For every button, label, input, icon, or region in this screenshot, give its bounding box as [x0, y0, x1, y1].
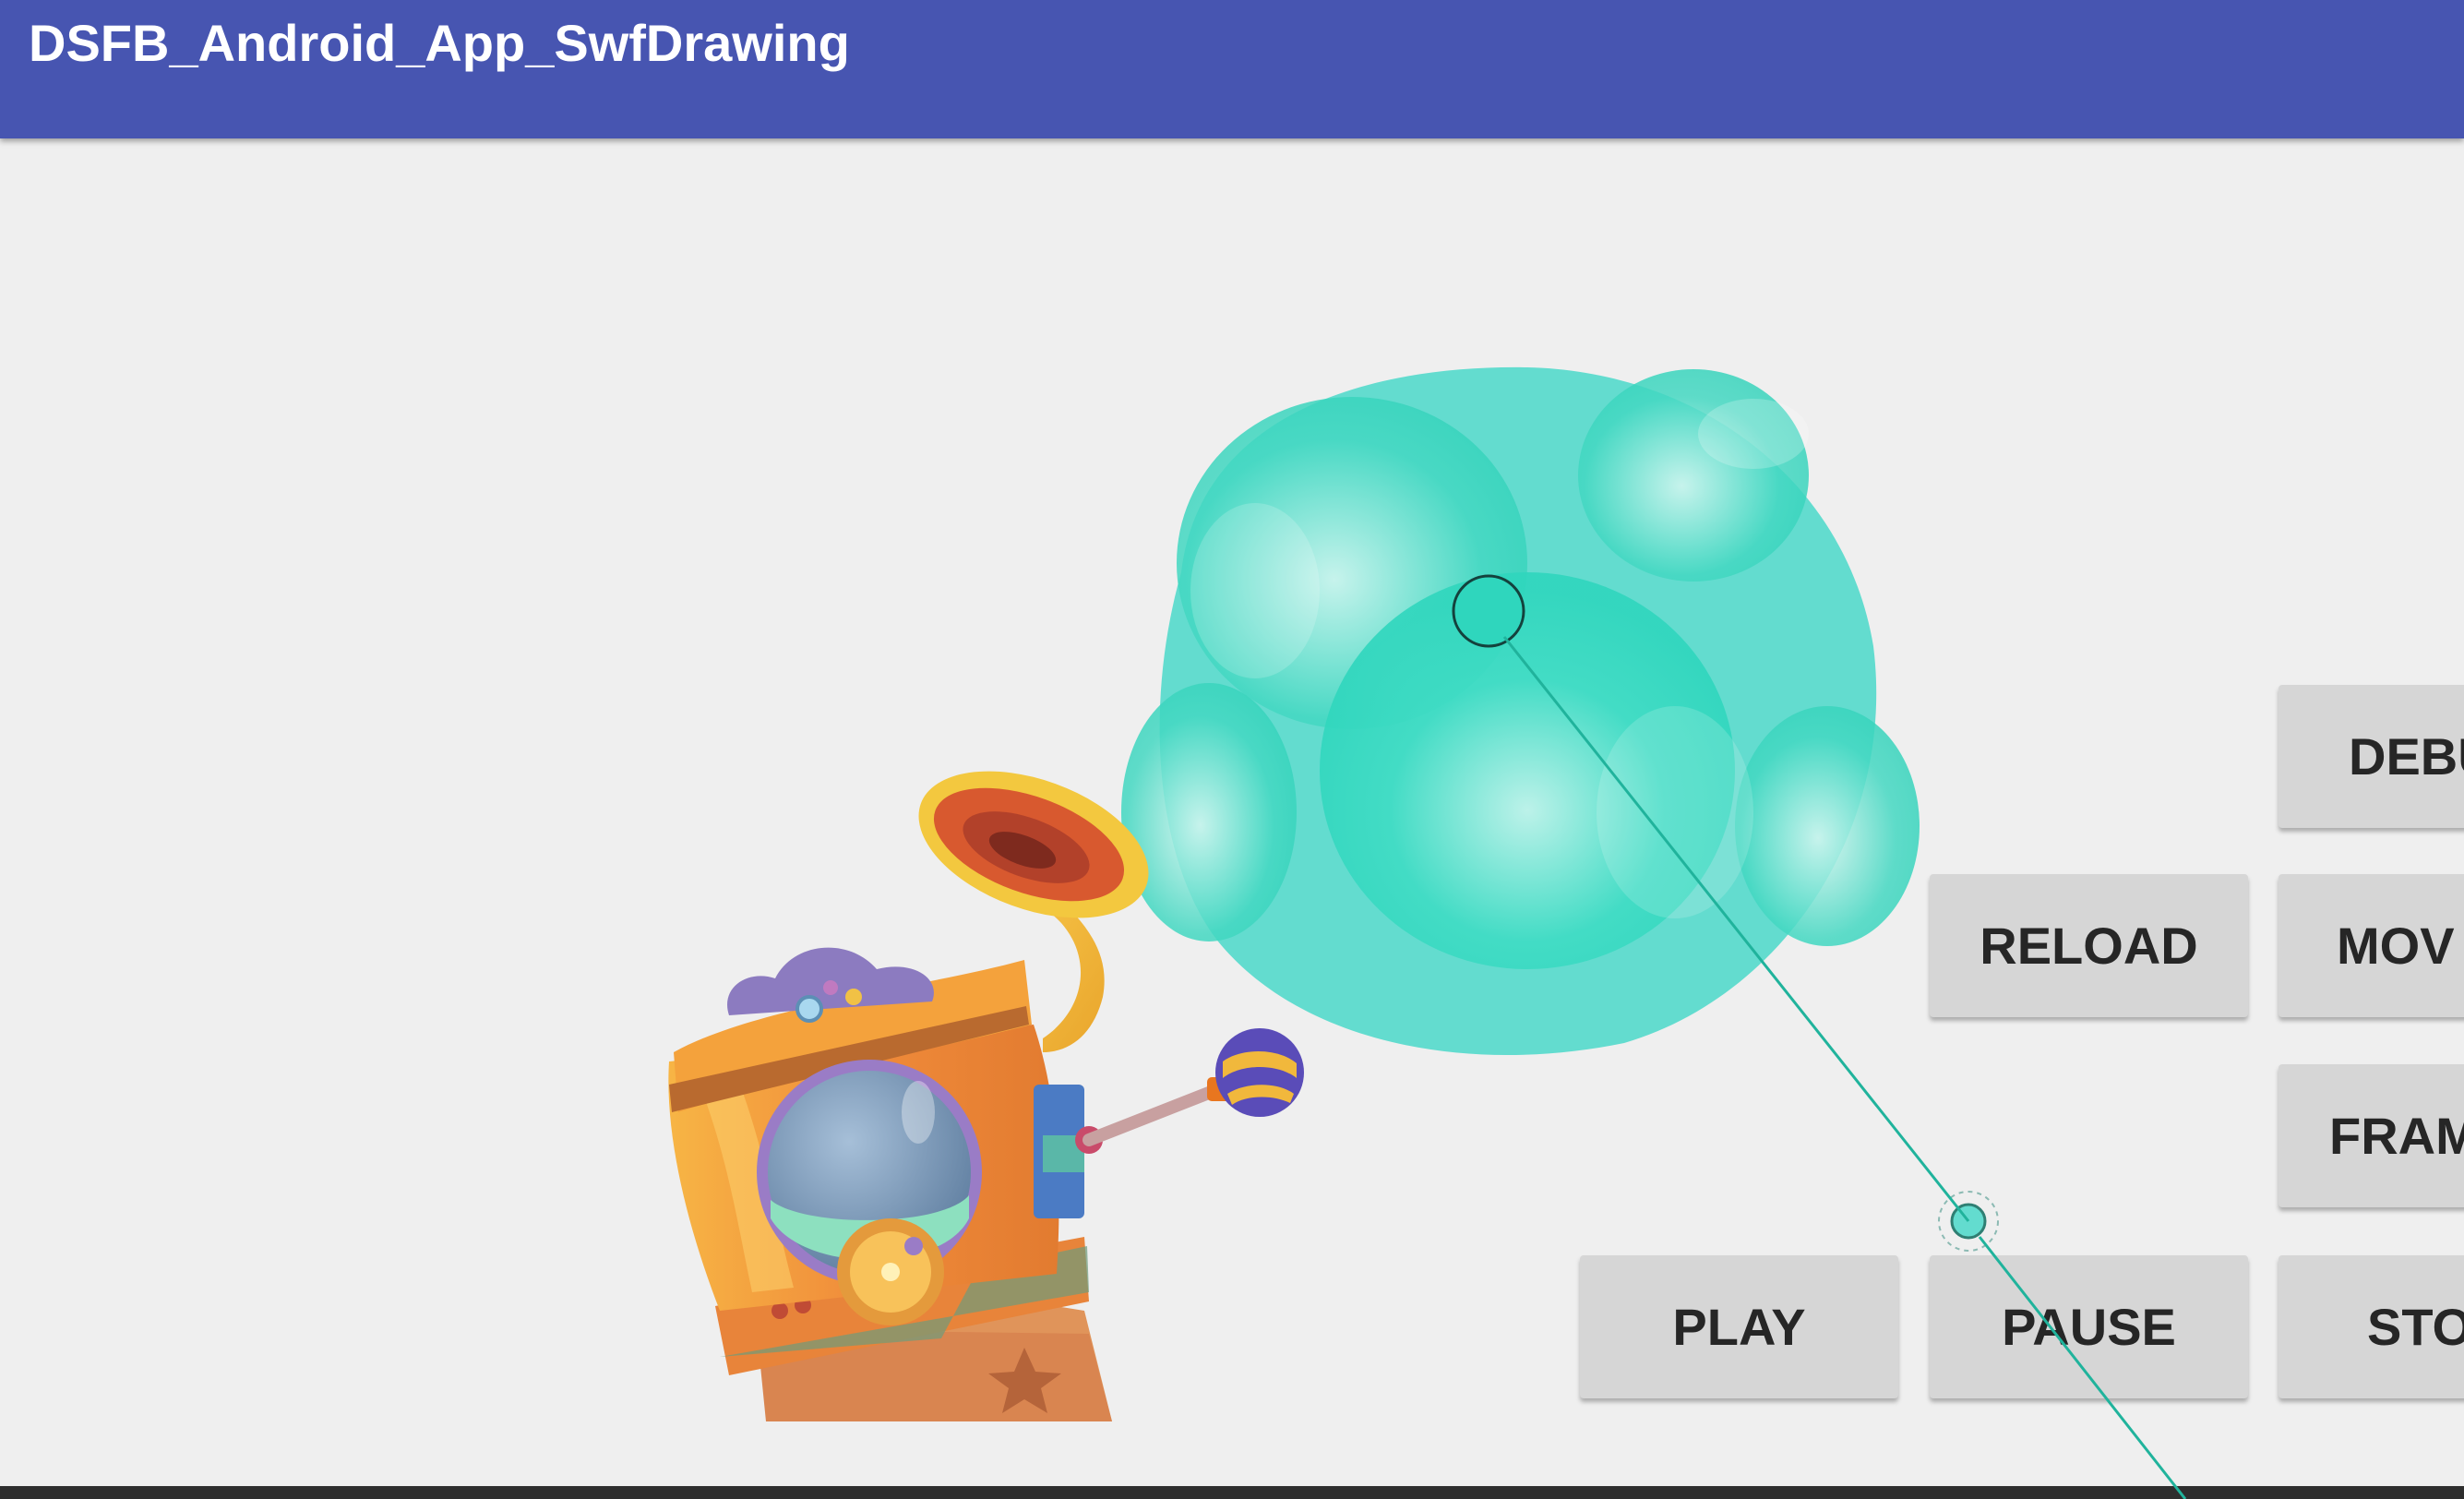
anchor-point-handle[interactable]: [1950, 1203, 1987, 1240]
stop-button[interactable]: STO: [2279, 1255, 2464, 1398]
debug-button-label: DEBU: [2349, 727, 2464, 785]
reload-button-label: RELOAD: [1980, 917, 2198, 975]
app-bar: DSFB_Android_App_SwfDrawing: [0, 0, 2464, 138]
pause-button[interactable]: PAUSE: [1930, 1255, 2248, 1398]
drawing-stage[interactable]: DEBU RELOAD MOV FRAM PLAY PAUSE STO: [0, 138, 2464, 1486]
frame-button-label: FRAM: [2329, 1107, 2464, 1165]
reload-button[interactable]: RELOAD: [1930, 874, 2248, 1017]
move-button[interactable]: MOV: [2279, 874, 2464, 1017]
play-button[interactable]: PLAY: [1580, 1255, 1898, 1398]
pause-button-label: PAUSE: [2002, 1298, 2176, 1356]
bubble-illustration: [1121, 366, 1920, 1056]
stop-button-label: STO: [2367, 1298, 2464, 1356]
app-title: DSFB_Android_App_SwfDrawing: [29, 14, 850, 72]
frame-button[interactable]: FRAM: [2279, 1064, 2464, 1207]
play-button-label: PLAY: [1672, 1298, 1806, 1356]
system-nav-bar: [0, 1486, 2464, 1499]
debug-button[interactable]: DEBU: [2279, 685, 2464, 828]
touch-point-handle[interactable]: [1452, 574, 1525, 648]
move-button-label: MOV: [2337, 917, 2455, 975]
